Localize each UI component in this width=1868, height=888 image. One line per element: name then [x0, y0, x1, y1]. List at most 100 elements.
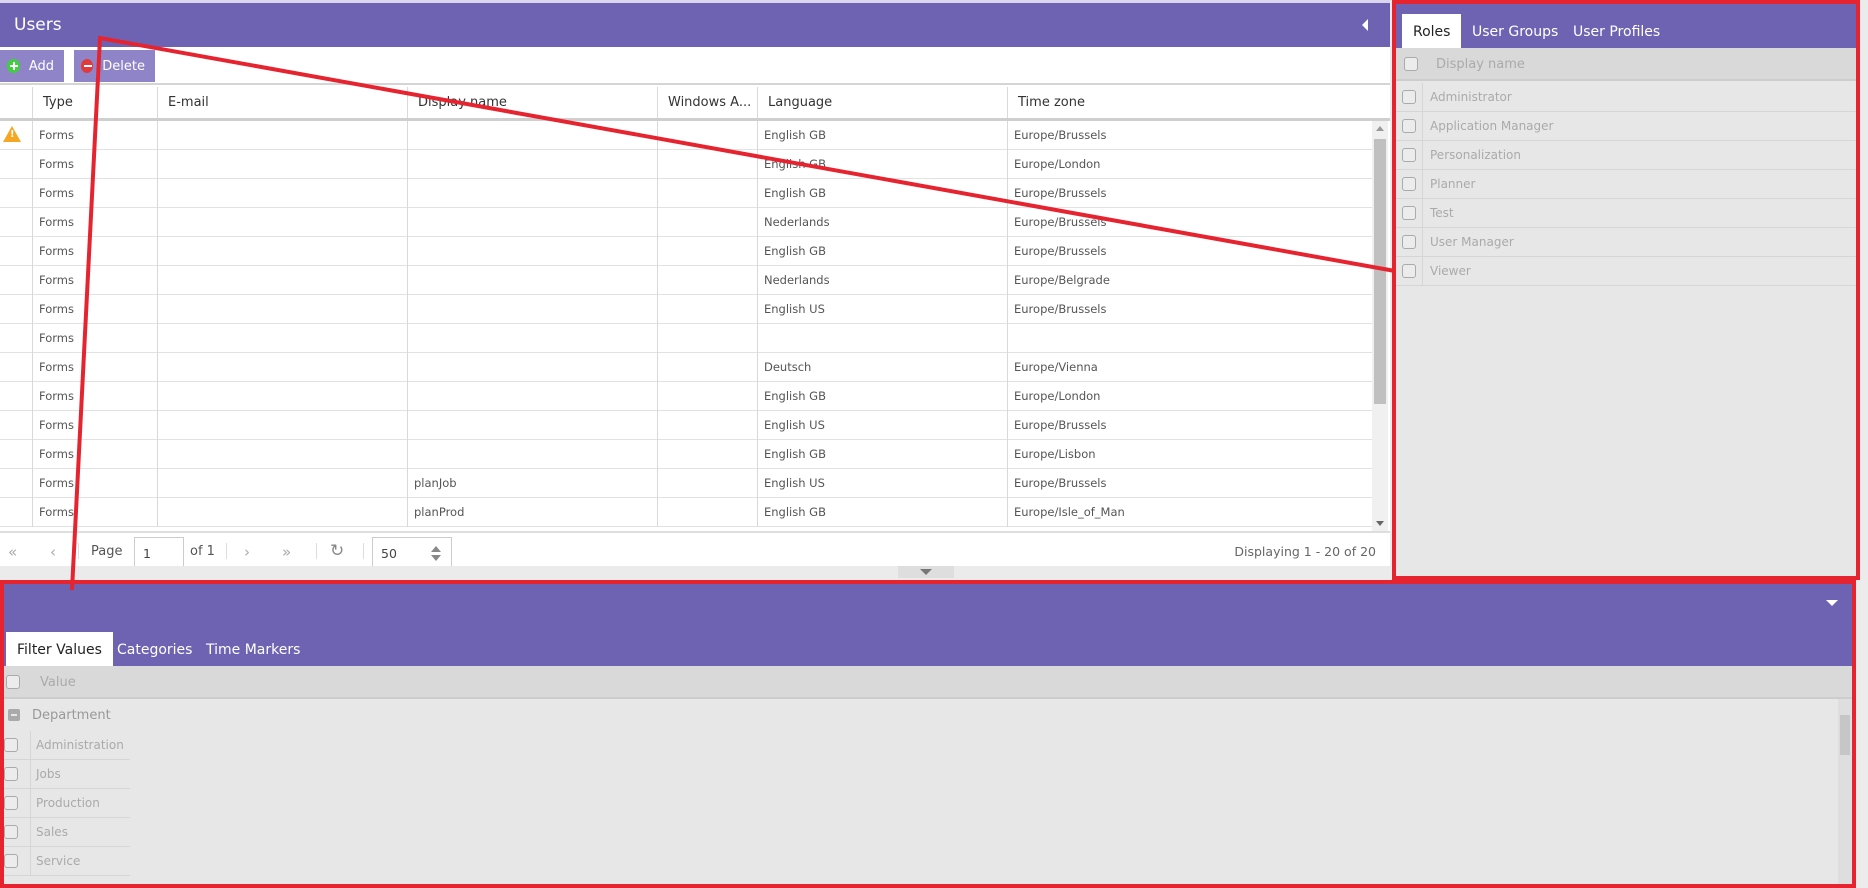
table-row[interactable]: Forms English GB Europe/Brussels [0, 237, 1372, 266]
scrollbar-thumb[interactable] [1374, 139, 1386, 404]
select-all-checkbox[interactable] [1404, 57, 1418, 71]
item-checkbox[interactable] [1402, 206, 1416, 220]
list-item[interactable]: Administration [4, 731, 130, 760]
select-all-checkbox[interactable] [6, 675, 20, 689]
table-row[interactable]: Forms planProd English GB Europe/Isle_of_Ma… [0, 498, 1372, 527]
column-divider [1422, 170, 1423, 199]
tab-categories[interactable]: Categories [106, 632, 203, 666]
item-checkbox[interactable] [4, 767, 18, 781]
users-panel-header: Users [0, 3, 1390, 47]
tab-time-markers[interactable]: Time Markers [195, 632, 311, 666]
cell-type: Forms [33, 382, 158, 411]
cell-display-name [408, 266, 658, 295]
tab-roles[interactable]: Roles [1402, 14, 1462, 48]
cell-status [0, 498, 33, 527]
item-checkbox[interactable] [1402, 119, 1416, 133]
cell-time-zone: Europe/London [1014, 389, 1101, 403]
next-page-icon[interactable]: › [244, 543, 250, 561]
column-divider [1422, 112, 1423, 141]
spin-up-icon[interactable] [431, 546, 441, 552]
column-header-windows-account[interactable]: Windows A... [658, 87, 758, 118]
item-checkbox[interactable] [1402, 264, 1416, 278]
cell-status [0, 295, 33, 324]
cell-windows-account [658, 150, 758, 179]
tree-group-department[interactable]: Department [4, 701, 304, 731]
delete-button[interactable]: Delete [74, 50, 155, 82]
scroll-up-icon[interactable] [1376, 126, 1384, 131]
list-item[interactable]: Administrator [1396, 83, 1856, 112]
last-page-icon[interactable]: » [282, 543, 291, 561]
splitter-collapse-handle[interactable] [898, 566, 954, 578]
page-size-spinner[interactable]: 50 [372, 537, 452, 568]
list-item[interactable]: Service [4, 847, 130, 876]
cell-windows-account [658, 469, 758, 498]
list-item[interactable]: Sales [4, 818, 130, 847]
table-row[interactable]: Forms Nederlands Europe/Brussels [0, 208, 1372, 237]
list-item[interactable]: Application Manager [1396, 112, 1856, 141]
column-header-language[interactable]: Language [758, 87, 1008, 118]
add-button[interactable]: Add [0, 50, 64, 82]
column-header-status[interactable] [0, 87, 33, 118]
list-item[interactable]: Planner [1396, 170, 1856, 199]
cell-display-name [408, 324, 658, 353]
filter-list-scrollbar[interactable] [1838, 699, 1852, 884]
table-row[interactable]: Forms English GB Europe/London [0, 150, 1372, 179]
collapse-down-icon[interactable] [1826, 600, 1838, 606]
cell-language: English GB [758, 179, 1008, 208]
column-header-email[interactable]: E-mail [158, 87, 408, 118]
table-row[interactable]: Forms Nederlands Europe/Belgrade [0, 266, 1372, 295]
cell-language: English US [758, 469, 1008, 498]
cell-email [158, 324, 408, 353]
column-header-display-name[interactable]: Display name [408, 87, 658, 118]
collapse-left-icon[interactable] [1362, 19, 1368, 31]
list-item[interactable]: User Manager [1396, 228, 1856, 257]
cell-windows-account [658, 353, 758, 382]
item-checkbox[interactable] [4, 825, 18, 839]
cell-time-zone: Europe/Brussels [1014, 302, 1107, 316]
item-checkbox[interactable] [4, 796, 18, 810]
cell-email [158, 469, 408, 498]
table-row[interactable]: Forms English GB Europe/Brussels [0, 121, 1372, 150]
column-header-time-zone[interactable]: Time zone [1008, 87, 1390, 118]
list-item[interactable]: Personalization [1396, 141, 1856, 170]
list-item[interactable]: Viewer [1396, 257, 1856, 286]
table-row[interactable]: Forms Deutsch Europe/Vienna [0, 353, 1372, 382]
cell-windows-account [658, 498, 758, 527]
scrollbar-thumb[interactable] [1840, 715, 1850, 755]
refresh-icon[interactable]: ↻ [330, 541, 344, 561]
list-item[interactable]: Production [4, 789, 130, 818]
table-row[interactable]: Forms [0, 324, 1372, 353]
horizontal-splitter[interactable] [0, 566, 1390, 580]
first-page-icon[interactable]: « [8, 543, 17, 561]
item-checkbox[interactable] [4, 738, 18, 752]
item-checkbox[interactable] [1402, 90, 1416, 104]
table-row[interactable]: Forms English US Europe/Brussels [0, 411, 1372, 440]
table-row[interactable]: Forms English GB Europe/London [0, 382, 1372, 411]
cell-language: English GB [758, 237, 1008, 266]
collapse-group-icon[interactable] [8, 709, 20, 721]
cell-language: English US [758, 411, 1008, 440]
item-checkbox[interactable] [1402, 177, 1416, 191]
item-checkbox[interactable] [1402, 148, 1416, 162]
page-number-input[interactable]: 1 [134, 537, 184, 568]
list-item[interactable]: Test [1396, 199, 1856, 228]
table-row[interactable]: Forms English GB Europe/Brussels [0, 179, 1372, 208]
column-header-type[interactable]: Type [33, 87, 158, 118]
users-grid-scrollbar[interactable] [1372, 121, 1388, 531]
tab-user-profiles[interactable]: User Profiles [1562, 14, 1671, 48]
cell-type: Forms [33, 411, 158, 440]
item-checkbox[interactable] [4, 854, 18, 868]
table-row[interactable]: Forms English US Europe/Brussels [0, 295, 1372, 324]
tab-filter-values[interactable]: Filter Values [6, 632, 113, 666]
tab-user-groups[interactable]: User Groups [1461, 14, 1569, 48]
item-checkbox[interactable] [1402, 235, 1416, 249]
scroll-down-icon[interactable] [1376, 521, 1384, 526]
column-divider [30, 847, 31, 876]
spin-down-icon[interactable] [431, 555, 441, 561]
cell-email [158, 237, 408, 266]
table-row[interactable]: Forms English GB Europe/Lisbon [0, 440, 1372, 469]
cell-language: Nederlands [758, 266, 1008, 295]
list-item[interactable]: Jobs [4, 760, 130, 789]
prev-page-icon[interactable]: ‹ [50, 543, 56, 561]
table-row[interactable]: Forms planJob English US Europe/Brussels [0, 469, 1372, 498]
